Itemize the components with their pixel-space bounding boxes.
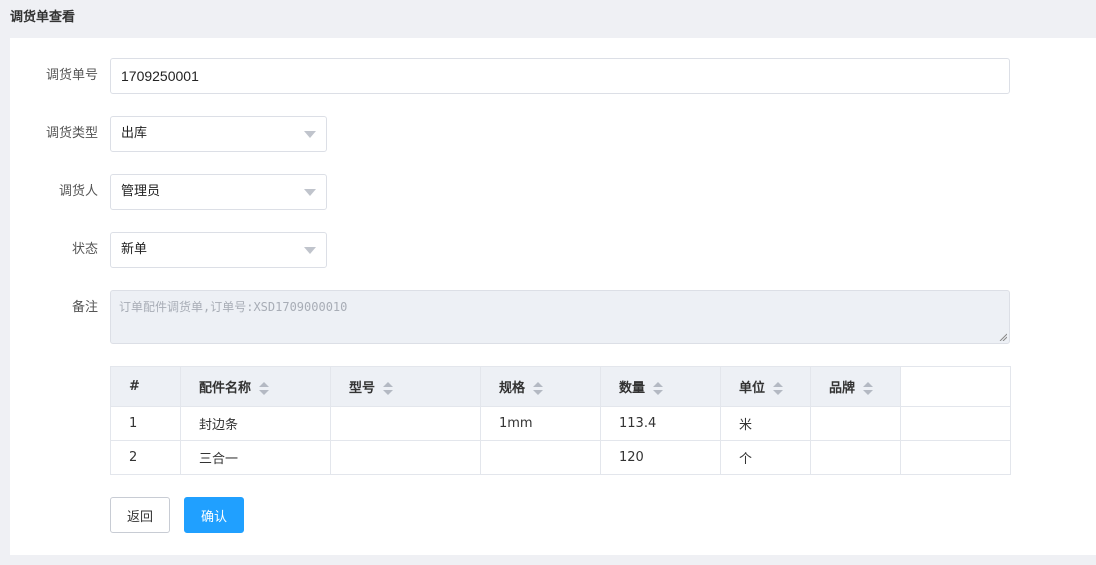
table-row: 2 三合一 120 个 <box>110 440 1011 475</box>
cell-filler <box>900 440 1011 475</box>
chevron-down-icon <box>304 247 316 254</box>
remark-label: 备注 <box>71 300 98 315</box>
person-label: 调货人 <box>58 184 98 199</box>
column-header-unit[interactable]: 单位 <box>720 366 811 407</box>
cell-filler <box>900 406 1011 441</box>
back-button[interactable]: 返回 <box>110 497 170 533</box>
cell-quantity: 113.4 <box>600 406 721 441</box>
status-row: 状态 新单 <box>10 232 1010 268</box>
person-row: 调货人 管理员 <box>10 174 1010 210</box>
status-select[interactable]: 新单 <box>110 232 327 268</box>
type-row: 调货类型 出库 <box>10 116 1010 152</box>
remark-placeholder: 订单配件调货单,订单号:XSD1709000010 <box>119 300 348 314</box>
page-title: 调货单查看 <box>10 10 76 25</box>
sort-icon[interactable] <box>863 381 874 396</box>
remark-textarea[interactable]: 订单配件调货单,订单号:XSD1709000010 <box>110 290 1010 344</box>
sort-icon[interactable] <box>259 381 270 396</box>
cell-part-name: 三合一 <box>180 440 331 475</box>
resize-handle-icon[interactable] <box>999 333 1007 341</box>
status-label: 状态 <box>71 242 98 257</box>
cell-index: 1 <box>110 406 181 441</box>
type-label: 调货类型 <box>45 126 98 141</box>
table-header-row: # 配件名称 型号 规格 数量 单位 品牌 <box>110 366 1011 407</box>
parts-table: # 配件名称 型号 规格 数量 单位 品牌 1 封边条 1mm 113.4 米 <box>110 366 1011 475</box>
chevron-down-icon <box>304 189 316 196</box>
sort-icon[interactable] <box>533 381 544 396</box>
type-select[interactable]: 出库 <box>110 116 327 152</box>
type-select-value: 出库 <box>121 126 148 141</box>
confirm-button[interactable]: 确认 <box>184 497 244 533</box>
form-panel: 调货单号 调货类型 出库 调货人 管理员 状态 新单 备注 订单配件调货单,订单… <box>10 38 1096 555</box>
cell-brand <box>810 440 901 475</box>
cell-unit: 个 <box>720 440 811 475</box>
person-select[interactable]: 管理员 <box>110 174 327 210</box>
cell-model <box>330 440 481 475</box>
order-no-input[interactable] <box>110 58 1010 94</box>
column-header-index: # <box>110 366 181 407</box>
column-header-filler <box>900 366 1011 407</box>
order-no-row: 调货单号 <box>10 58 1010 94</box>
sort-icon[interactable] <box>653 381 664 396</box>
chevron-down-icon <box>304 131 316 138</box>
cell-brand <box>810 406 901 441</box>
sort-icon[interactable] <box>383 381 394 396</box>
status-select-value: 新单 <box>121 242 148 257</box>
cell-spec: 1mm <box>480 406 601 441</box>
column-header-model[interactable]: 型号 <box>330 366 481 407</box>
person-select-value: 管理员 <box>121 184 161 199</box>
remark-row: 备注 订单配件调货单,订单号:XSD1709000010 <box>10 290 1010 344</box>
column-header-part-name[interactable]: 配件名称 <box>180 366 331 407</box>
column-header-spec[interactable]: 规格 <box>480 366 601 407</box>
column-header-brand[interactable]: 品牌 <box>810 366 901 407</box>
cell-model <box>330 406 481 441</box>
table-row: 1 封边条 1mm 113.4 米 <box>110 406 1011 441</box>
cell-index: 2 <box>110 440 181 475</box>
cell-spec <box>480 440 601 475</box>
cell-quantity: 120 <box>600 440 721 475</box>
sort-icon[interactable] <box>773 381 784 396</box>
column-header-quantity[interactable]: 数量 <box>600 366 721 407</box>
cell-unit: 米 <box>720 406 811 441</box>
cell-part-name: 封边条 <box>180 406 331 441</box>
order-no-label: 调货单号 <box>45 68 98 83</box>
